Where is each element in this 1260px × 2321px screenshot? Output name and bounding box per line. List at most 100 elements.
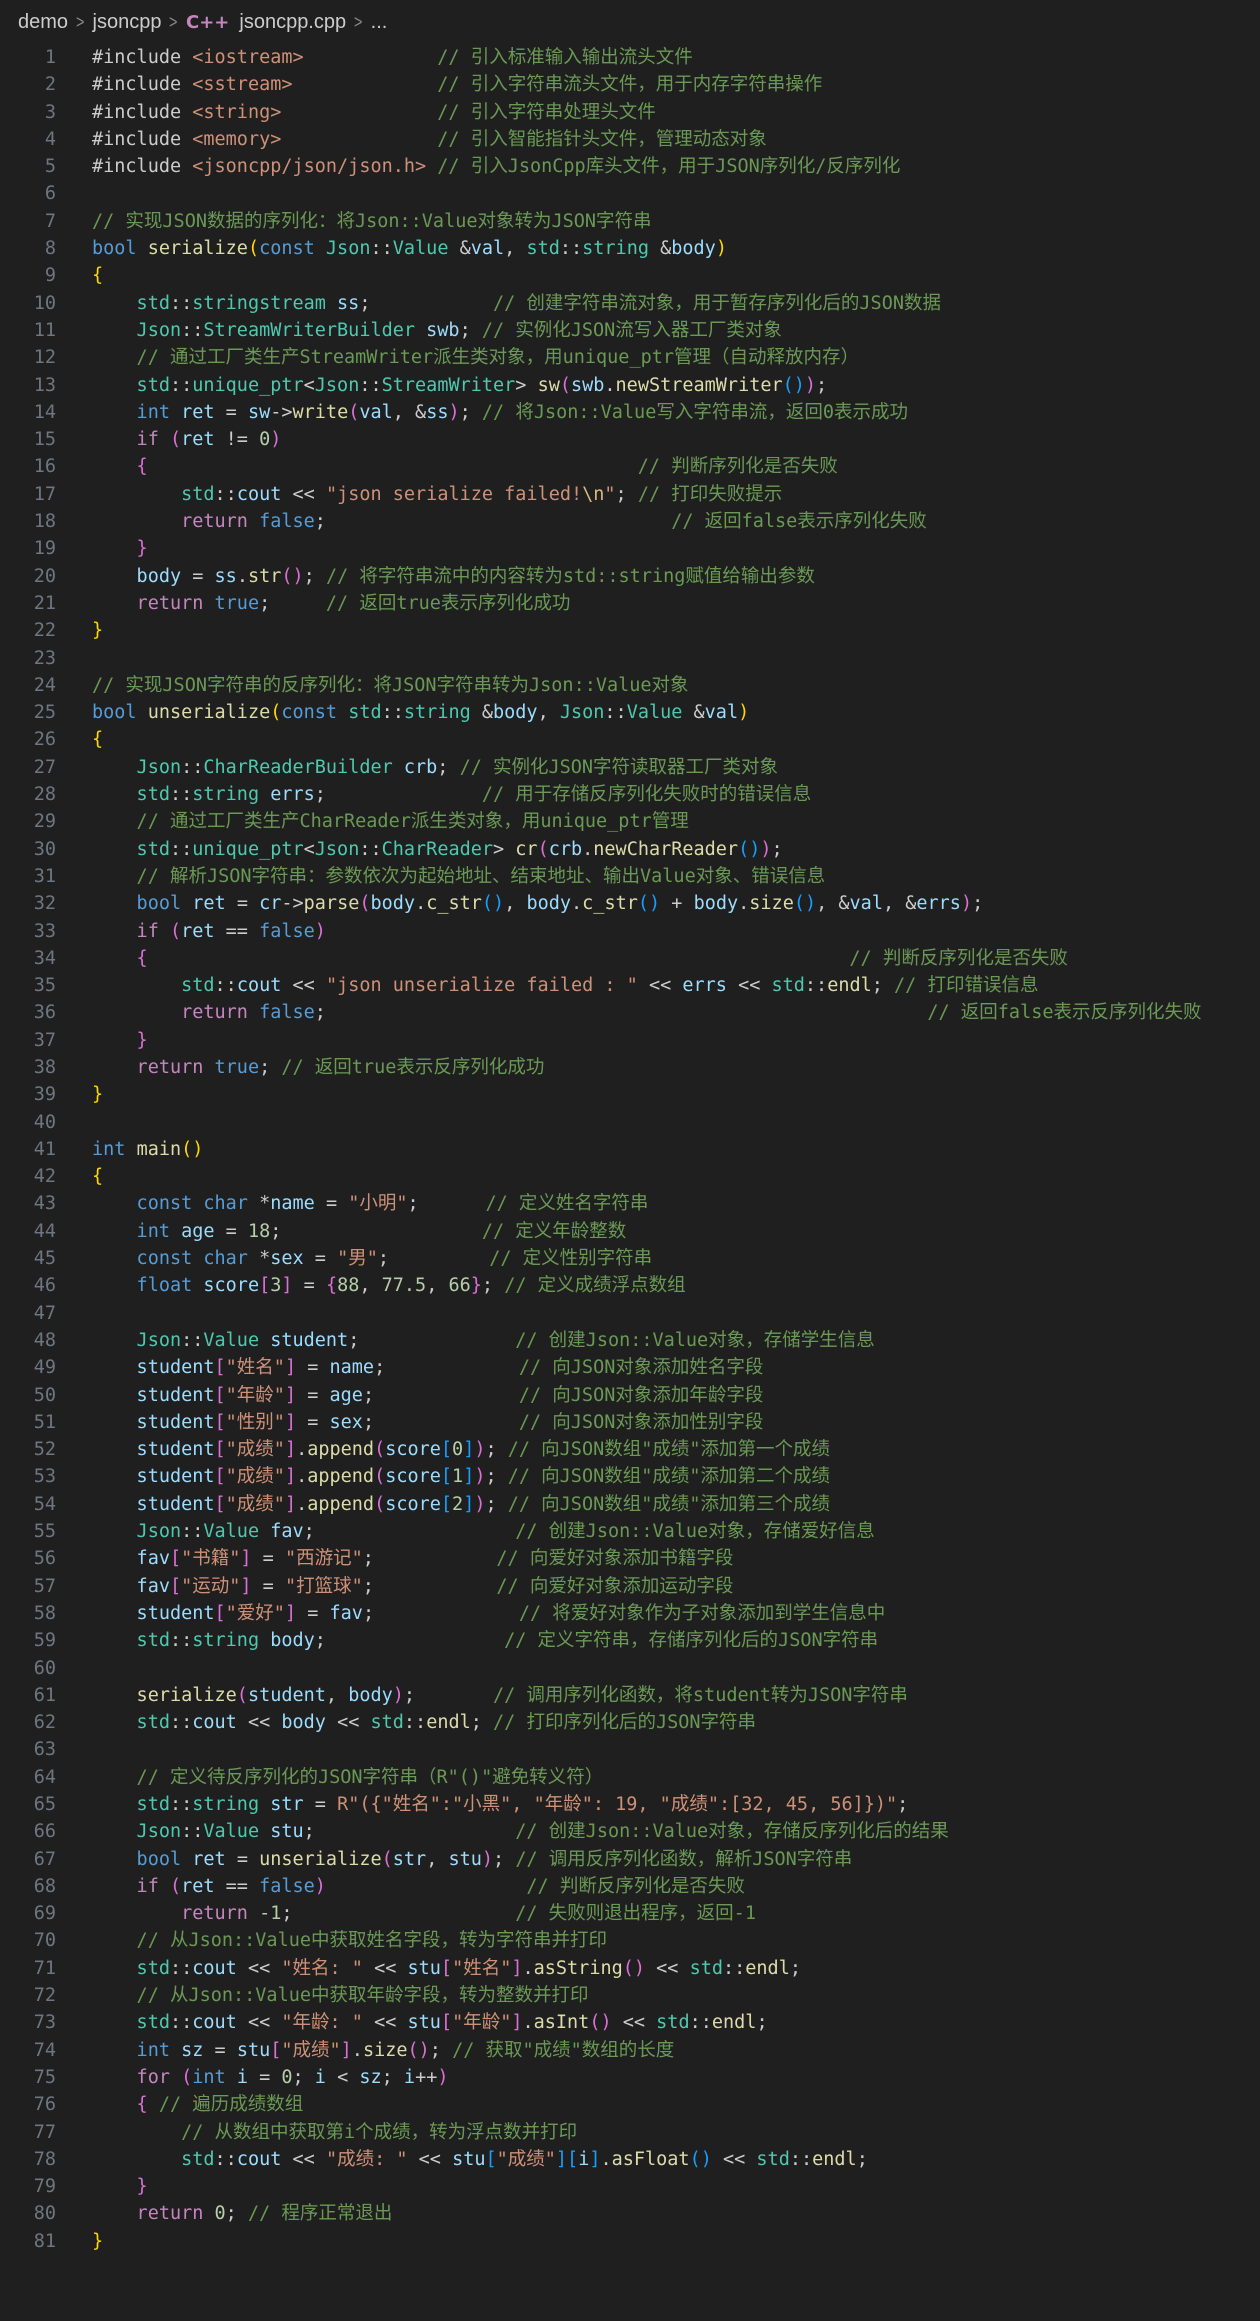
code-line[interactable]: 41 int main() xyxy=(0,1136,1260,1163)
code-line[interactable]: 53 student["成绩"].append(score[1]); // 向J… xyxy=(0,1463,1260,1490)
code-token: ; xyxy=(270,1220,282,1242)
code-line[interactable]: 64 // 定义待反序列化的JSON字符串（R"()"避免转义符） xyxy=(0,1764,1260,1791)
code-line[interactable]: 71 std::cout << "姓名: " << stu["姓名"].asSt… xyxy=(0,1955,1260,1982)
code-line[interactable]: 10 std::stringstream ss; // 创建字符串流对象，用于暂… xyxy=(0,290,1260,317)
code-editor[interactable]: 1 #include <iostream> // 引入标准输入输出流头文件 2 #in… xyxy=(0,44,1260,2255)
code-token: [ xyxy=(214,1411,226,1433)
code-line[interactable]: 33 if (ret == false) xyxy=(0,918,1260,945)
code-line[interactable]: 27 Json::CharReaderBuilder crb; // 实例化JS… xyxy=(0,754,1260,781)
code-line[interactable]: 50 student["年龄"] = age; // 向JSON对象添加年龄字段 xyxy=(0,1382,1260,1409)
code-line[interactable]: 70 // 从Json::Value中获取姓名字段，转为字符串并打印 xyxy=(0,1927,1260,1954)
code-line[interactable]: 73 std::cout << "年龄: " << stu["年龄"].asIn… xyxy=(0,2009,1260,2036)
code-line[interactable]: 25 bool unserialize(const std::string &bo… xyxy=(0,699,1260,726)
line-number: 13 xyxy=(33,374,56,396)
code-line[interactable]: 80 return 0; // 程序正常退出 xyxy=(0,2200,1260,2227)
code-line[interactable]: 36 return false; // 返回false表示反序列化失败 xyxy=(0,999,1260,1026)
code-line[interactable]: 52 student["成绩"].append(score[0]); // 向J… xyxy=(0,1436,1260,1463)
breadcrumb-item-file[interactable]: jsoncpp.cpp xyxy=(239,11,346,34)
code-line[interactable]: 3 #include <string> // 引入字符串处理头文件 xyxy=(0,99,1260,126)
code-line[interactable]: 54 student["成绩"].append(score[2]); // 向J… xyxy=(0,1491,1260,1518)
code-line[interactable]: 22} xyxy=(0,617,1260,644)
code-line[interactable]: 42 { xyxy=(0,1163,1260,1190)
code-line[interactable]: 13 std::unique_ptr<Json::StreamWriter> s… xyxy=(0,372,1260,399)
code-line[interactable]: 17 std::cout << "json serialize failed!\… xyxy=(0,481,1260,508)
code-line[interactable]: 26 { xyxy=(0,726,1260,753)
code-line[interactable]: 29 // 通过工厂类生产CharReader派生类对象，用unique_ptr… xyxy=(0,808,1260,835)
code-line[interactable]: 40 xyxy=(0,1109,1260,1136)
code-token: = xyxy=(225,401,248,423)
code-line[interactable]: 14 int ret = sw->write(val, &ss); // 将Js… xyxy=(0,399,1260,426)
code-line[interactable]: 69 return -1; // 失败则退出程序，返回-1 xyxy=(0,1900,1260,1927)
code-line[interactable]: 15 if (ret != 0) xyxy=(0,426,1260,453)
code-token: "姓名" xyxy=(225,1357,285,1379)
code-line[interactable]: 9{ xyxy=(0,262,1260,289)
code-line[interactable]: 5 #include <jsoncpp/json/json.h> // 引入Jso… xyxy=(0,153,1260,180)
code-line[interactable]: 60 xyxy=(0,1655,1260,1682)
code-line[interactable]: 47 xyxy=(0,1300,1260,1327)
code-line[interactable]: 39} xyxy=(0,1081,1260,1108)
code-line[interactable]: 19 } xyxy=(0,535,1260,562)
code-line[interactable]: 4 #include <memory> // 引入智能指针头文件，管理动态对象 xyxy=(0,126,1260,153)
code-line[interactable]: 20 body = ss.str(); // 将字符串流中的内容转为std::s… xyxy=(0,563,1260,590)
code-line[interactable]: 49 student["姓名"] = name; // 向JSON对象添加姓名字… xyxy=(0,1354,1260,1381)
code-line[interactable]: 35 std::cout << "json unserialize failed… xyxy=(0,972,1260,999)
code-line[interactable]: 38 return true; // 返回true表示反序列化成功 xyxy=(0,1054,1260,1081)
code-line[interactable]: 24 // 实现JSON字符串的反序列化：将JSON字符串转为Json::Valu… xyxy=(0,672,1260,699)
code-line[interactable]: 63 xyxy=(0,1736,1260,1763)
code-line[interactable]: 55 Json::Value fav; // 创建Json::Value对象，存… xyxy=(0,1518,1260,1545)
code-line[interactable]: 30 std::unique_ptr<Json::CharReader> cr(… xyxy=(0,836,1260,863)
code-text: Json::Value fav; // 创建Json::Value对象，存储爱好… xyxy=(92,1518,875,1545)
code-line[interactable]: 46 float score[3] = {88, 77.5, 66}; // 定… xyxy=(0,1272,1260,1299)
code-token: . xyxy=(600,2148,612,2170)
code-text: student["性别"] = sex; // 向JSON对象添加性别字段 xyxy=(92,1409,764,1436)
code-line[interactable]: 11 Json::StreamWriterBuilder swb; // 实例化… xyxy=(0,317,1260,344)
code-line[interactable]: 75 for (int i = 0; i < sz; i++) xyxy=(0,2064,1260,2091)
code-token: score xyxy=(385,1439,441,1461)
code-line[interactable]: 21 return true; // 返回true表示序列化成功 xyxy=(0,590,1260,617)
code-line[interactable]: 77 // 从数组中获取第i个成绩，转为浮点数并打印 xyxy=(0,2119,1260,2146)
code-line[interactable]: 81} xyxy=(0,2228,1260,2255)
code-line[interactable]: 8 bool serialize(const Json::Value &val, … xyxy=(0,235,1260,262)
code-line[interactable]: 76 { // 遍历成绩数组 xyxy=(0,2091,1260,2118)
code-line[interactable]: 51 student["性别"] = sex; // 向JSON对象添加性别字段 xyxy=(0,1409,1260,1436)
code-line[interactable]: 12 // 通过工厂类生产StreamWriter派生类对象，用unique_p… xyxy=(0,344,1260,371)
code-line[interactable]: 68 if (ret == false) // 判断反序列化是否失败 xyxy=(0,1873,1260,1900)
code-line[interactable]: 79 } xyxy=(0,2173,1260,2200)
breadcrumb-item-folder[interactable]: demo xyxy=(18,11,68,34)
code-line[interactable]: 48 Json::Value student; // 创建Json::Value… xyxy=(0,1327,1260,1354)
line-number: 53 xyxy=(33,1466,56,1488)
code-line[interactable]: 2 #include <sstream> // 引入字符串流头文件，用于内存字符串… xyxy=(0,71,1260,98)
breadcrumb-item-subfolder[interactable]: jsoncpp xyxy=(93,11,162,34)
code-line[interactable]: 23 xyxy=(0,645,1260,672)
code-line[interactable]: 66 Json::Value stu; // 创建Json::Value对象，存… xyxy=(0,1818,1260,1845)
code-line[interactable]: 16 { // 判断序列化是否失败 xyxy=(0,453,1260,480)
code-line[interactable]: 1 #include <iostream> // 引入标准输入输出流头文件 xyxy=(0,44,1260,71)
code-token: std xyxy=(756,2148,790,2170)
code-line[interactable]: 65 std::string str = R"({"姓名":"小黑", "年龄"… xyxy=(0,1791,1260,1818)
code-line[interactable]: 43 const char *name = "小明"; // 定义姓名字符串 xyxy=(0,1190,1260,1217)
code-line[interactable]: 34 { // 判断反序列化是否失败 xyxy=(0,945,1260,972)
code-token: newCharReader xyxy=(593,838,739,860)
code-line[interactable]: 56 fav["书籍"] = "西游记"; // 向爱好对象添加书籍字段 xyxy=(0,1545,1260,1572)
code-line[interactable]: 57 fav["运动"] = "打篮球"; // 向爱好对象添加运动字段 xyxy=(0,1573,1260,1600)
code-text: const char *sex = "男"; // 定义性别字符串 xyxy=(92,1245,653,1272)
code-line[interactable]: 45 const char *sex = "男"; // 定义性别字符串 xyxy=(0,1245,1260,1272)
code-line[interactable]: 61 serialize(student, body); // 调用序列化函数，… xyxy=(0,1682,1260,1709)
code-line[interactable]: 74 int sz = stu["成绩"].size(); // 获取"成绩"数… xyxy=(0,2037,1260,2064)
code-line[interactable]: 7 // 实现JSON数据的序列化：将Json::Value对象转为JSON字符串 xyxy=(0,208,1260,235)
code-line[interactable]: 59 std::string body; // 定义字符串，存储序列化后的JSO… xyxy=(0,1627,1260,1654)
code-line[interactable]: 58 student["爱好"] = fav; // 将爱好对象作为子对象添加到… xyxy=(0,1600,1260,1627)
code-line[interactable]: 78 std::cout << "成绩: " << stu["成绩"][i].a… xyxy=(0,2146,1260,2173)
code-line[interactable]: 6 xyxy=(0,180,1260,207)
code-line[interactable]: 18 return false; // 返回false表示序列化失败 xyxy=(0,508,1260,535)
code-token: ss xyxy=(337,292,360,314)
code-line[interactable]: 37 } xyxy=(0,1027,1260,1054)
code-line[interactable]: 62 std::cout << body << std::endl; // 打印… xyxy=(0,1709,1260,1736)
code-line[interactable]: 32 bool ret = cr->parse(body.c_str(), bo… xyxy=(0,890,1260,917)
code-line[interactable]: 28 std::string errs; // 用于存储反序列化失败时的错误信息 xyxy=(0,781,1260,808)
code-line[interactable]: 31 // 解析JSON字符串：参数依次为起始地址、结束地址、输出Value对象… xyxy=(0,863,1260,890)
code-line[interactable]: 44 int age = 18; // 定义年龄整数 xyxy=(0,1218,1260,1245)
code-line[interactable]: 67 bool ret = unserialize(str, stu); // … xyxy=(0,1846,1260,1873)
code-line[interactable]: 72 // 从Json::Value中获取年龄字段，转为整数并打印 xyxy=(0,1982,1260,2009)
breadcrumb-item-symbols[interactable]: ... xyxy=(371,11,388,34)
